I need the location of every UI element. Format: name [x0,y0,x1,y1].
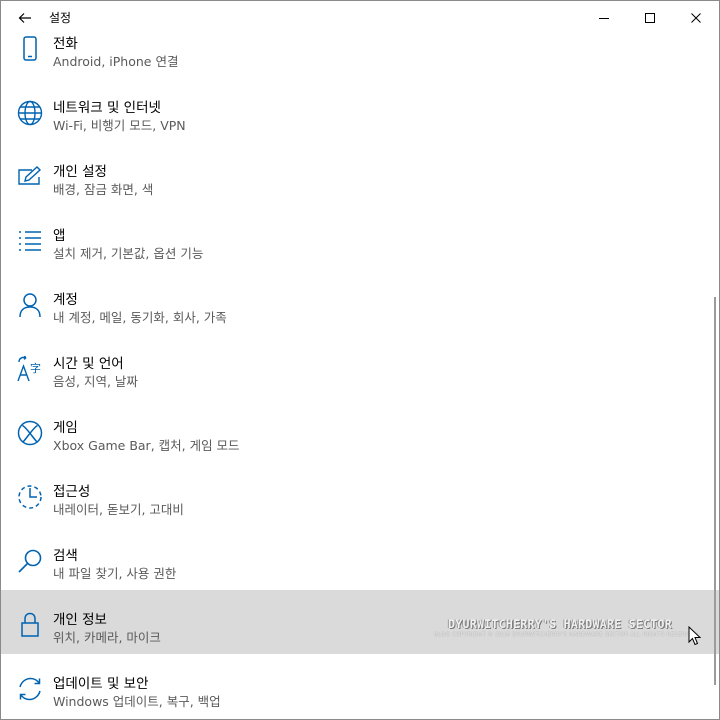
item-subtitle: 배경, 잠금 화면, 색 [53,182,154,197]
settings-item-apps[interactable]: 앱 설치 제거, 기본값, 옵션 기능 [1,206,719,270]
item-title: 검색 [53,548,78,564]
item-subtitle: Android, iPhone 연결 [53,54,179,69]
item-subtitle: 내 계정, 메일, 동기화, 회사, 가족 [53,310,227,325]
item-subtitle: 위치, 카메라, 마이크 [53,630,161,645]
item-title: 접근성 [53,484,91,500]
watermark-title: DYURWITCHERRY'S HARDWARE SECTOR [448,617,672,631]
personalization-icon [15,162,45,192]
item-subtitle: 내레이터, 돋보기, 고대비 [53,502,184,517]
settings-item-update-security[interactable]: 업데이트 및 보안 Windows 업데이트, 복구, 백업 [1,654,719,718]
accessibility-icon [15,482,45,512]
lock-icon [15,610,45,640]
time-language-icon: 字 [15,354,45,384]
phone-icon [15,34,45,64]
item-subtitle: Wi-Fi, 비행기 모드, VPN [53,118,186,133]
settings-item-gaming[interactable]: 게임 Xbox Game Bar, 캡처, 게임 모드 [1,398,719,462]
person-icon [15,290,45,320]
item-title: 개인 설정 [53,164,107,180]
item-subtitle: 설치 제거, 기본값, 옵션 기능 [53,246,204,261]
item-title: 게임 [53,420,78,436]
watermark: DYURWITCHERRY'S HARDWARE SECTOR BLOG COP… [434,617,698,638]
settings-item-time-language[interactable]: 字 시간 및 언어 음성, 지역, 날짜 [1,334,719,398]
search-icon [15,546,45,576]
item-title: 시간 및 언어 [53,356,124,372]
settings-item-personalization[interactable]: 개인 설정 배경, 잠금 화면, 색 [1,142,719,206]
item-subtitle: Windows 업데이트, 복구, 백업 [53,694,221,709]
update-icon [15,674,45,704]
item-subtitle: 내 파일 찾기, 사용 권한 [53,566,177,581]
settings-item-network[interactable]: 네트워크 및 인터넷 Wi-Fi, 비행기 모드, VPN [1,78,719,142]
vertical-scrollbar[interactable] [714,297,716,685]
settings-item-phone[interactable]: 전화 Android, iPhone 연결 [1,14,719,78]
xbox-icon [15,418,45,448]
globe-icon [15,98,45,128]
item-title: 계정 [53,292,78,308]
settings-item-search[interactable]: 검색 내 파일 찾기, 사용 권한 [1,526,719,590]
item-title: 앱 [53,228,66,244]
item-title: 업데이트 및 보안 [53,676,149,692]
item-title: 개인 정보 [53,612,107,628]
svg-text:字: 字 [30,361,41,375]
mouse-cursor-icon [688,626,702,646]
item-title: 전화 [53,36,78,52]
settings-item-accounts[interactable]: 계정 내 계정, 메일, 동기화, 회사, 가족 [1,270,719,334]
watermark-copyright: BLOG COPYRIGHT © 2018 DYURWITCHERRY'S HA… [434,632,698,638]
settings-item-accessibility[interactable]: 접근성 내레이터, 돋보기, 고대비 [1,462,719,526]
item-subtitle: Xbox Game Bar, 캡처, 게임 모드 [53,438,240,453]
settings-window: 설정 전화 Android, iPhone 연결 네트워크 및 인터넷 Wi-F… [0,0,720,720]
item-title: 네트워크 및 인터넷 [53,100,161,116]
apps-list-icon [15,226,45,256]
item-subtitle: 음성, 지역, 날짜 [53,374,138,389]
